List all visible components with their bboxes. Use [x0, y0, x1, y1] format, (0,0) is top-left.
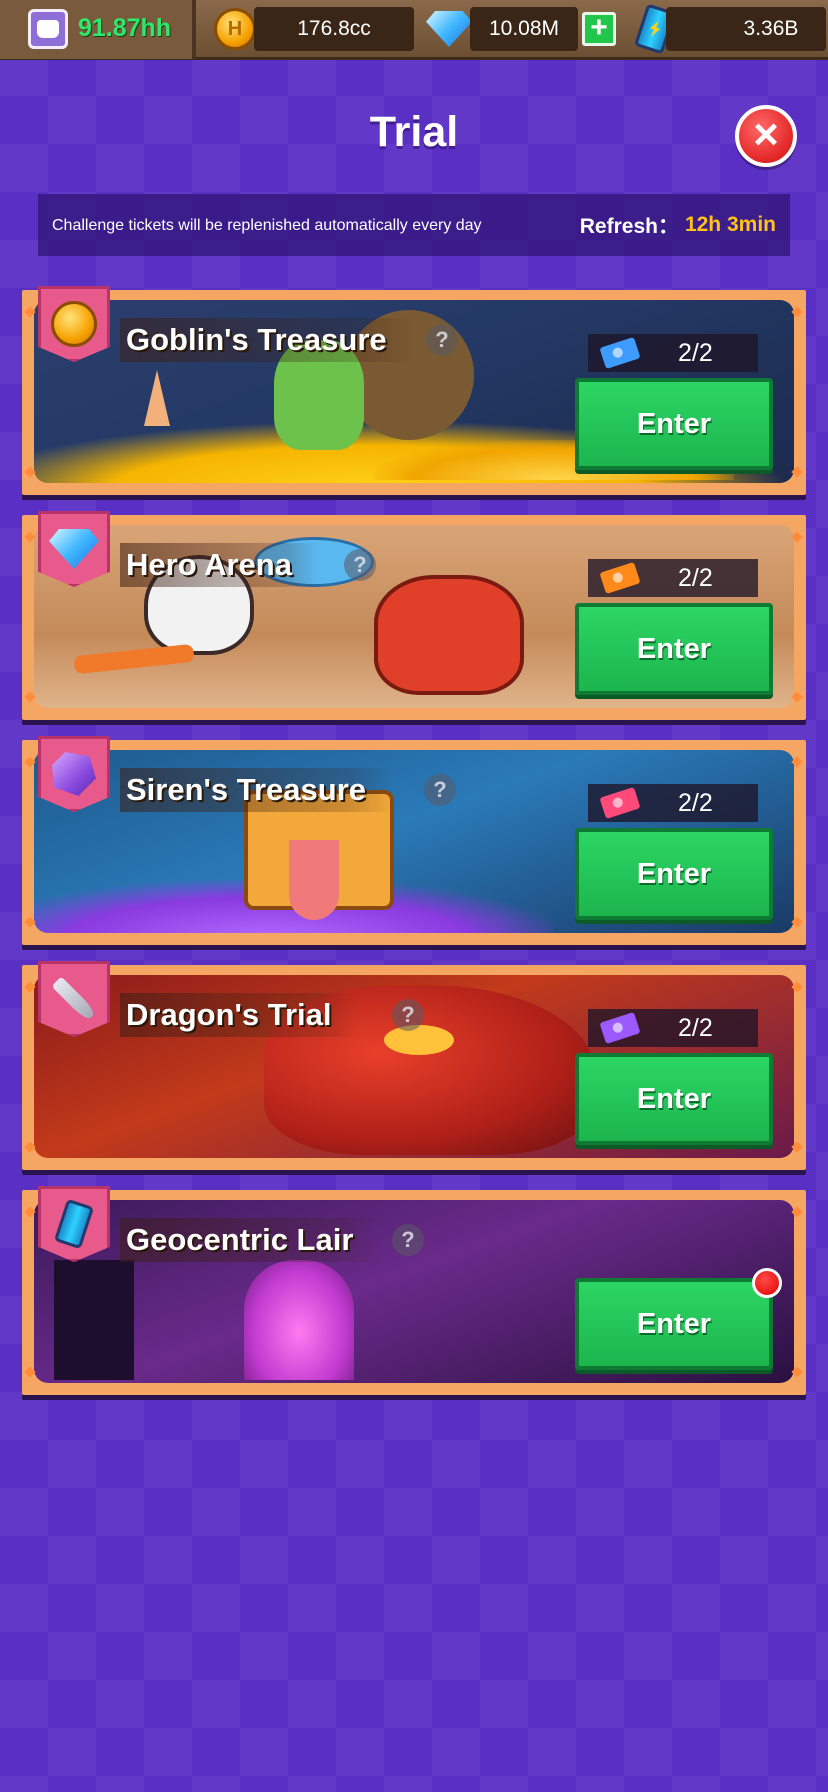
- ticket-icon: [599, 561, 641, 595]
- card-title: Siren's Treasure: [120, 768, 393, 812]
- enter-button[interactable]: Enter: [575, 1278, 773, 1370]
- ticket-counter: 2/2: [588, 784, 758, 822]
- ticket-icon: [599, 786, 641, 820]
- ticket-count: 2/2: [678, 1013, 713, 1042]
- red-beast-figure: [374, 575, 524, 695]
- resource-bar: 91.87hh 176.8cc 10.08M + 3.36B: [0, 0, 828, 60]
- enter-button[interactable]: Enter: [575, 828, 773, 920]
- help-icon[interactable]: ?: [344, 549, 376, 581]
- card-badge: [38, 286, 110, 362]
- page-title: Trial: [369, 108, 459, 156]
- coin-icon: [214, 8, 256, 50]
- help-icon[interactable]: ?: [392, 999, 424, 1031]
- card-badge: [38, 961, 110, 1037]
- sword-icon: [51, 976, 97, 1022]
- replenish-info-text: Challenge tickets will be replenished au…: [52, 216, 482, 234]
- ticket-count: 2/2: [678, 338, 713, 367]
- ticket-counter: 2/2: [588, 334, 758, 372]
- card-title: Goblin's Treasure: [120, 318, 413, 362]
- fist-icon: [28, 8, 68, 49]
- enter-button[interactable]: Enter: [575, 378, 773, 470]
- help-icon[interactable]: ?: [392, 1224, 424, 1256]
- card-title: Geocentric Lair: [120, 1218, 380, 1262]
- ticket-count: 2/2: [678, 563, 713, 592]
- portal-gate: [244, 1260, 354, 1380]
- coin-counter: 176.8cc: [254, 7, 414, 51]
- sword-shape: [73, 643, 195, 675]
- enter-button[interactable]: Enter: [575, 1053, 773, 1145]
- coin-value: 176.8cc: [297, 17, 371, 40]
- help-icon[interactable]: ?: [426, 324, 458, 356]
- ticket-count: 2/2: [678, 788, 713, 817]
- ticket-counter: 2/2: [588, 559, 758, 597]
- add-gems-button[interactable]: +: [582, 12, 616, 46]
- gem-icon: [49, 529, 99, 569]
- refresh-timer: 12h 3min: [684, 213, 776, 236]
- ticket-counter: 2/2: [588, 1009, 758, 1047]
- energy-value: 3.36B: [743, 17, 799, 40]
- gem-value: 10.08M: [488, 17, 560, 40]
- trial-card-goblins-treasure: Goblin's Treasure ? 2/2 Enter: [22, 286, 806, 495]
- notification-dot: [752, 1268, 782, 1298]
- crystal-icon: [52, 752, 96, 796]
- ticket-icon: [599, 336, 641, 370]
- card-badge: [38, 1186, 110, 1262]
- trial-card-hero-arena: Hero Arena ? 2/2 Enter: [22, 511, 806, 720]
- card-badge: [38, 511, 110, 587]
- gem-icon: [426, 11, 472, 47]
- tower-silhouette: [54, 1260, 134, 1380]
- trial-card-geocentric-lair: Geocentric Lair ? Enter: [22, 1186, 806, 1395]
- energy-counter: 3.36B: [666, 7, 826, 51]
- info-banner: Challenge tickets will be replenished au…: [38, 194, 790, 256]
- power-display: 91.87hh: [0, 0, 196, 59]
- refresh-label: Refresh：: [579, 215, 679, 238]
- coin-icon: [51, 301, 97, 347]
- trial-card-sirens-treasure: Siren's Treasure ? 2/2 Enter: [22, 736, 806, 945]
- enter-button[interactable]: Enter: [575, 603, 773, 695]
- trial-card-dragons-trial: Dragon's Trial ? 2/2 Enter: [22, 961, 806, 1170]
- dragon-fire: [384, 1025, 454, 1055]
- energy-can-icon: [53, 1198, 95, 1250]
- card-badge: [38, 736, 110, 812]
- close-button[interactable]: ×: [735, 105, 797, 167]
- card-title: Hero Arena: [120, 543, 318, 587]
- card-title: Dragon's Trial: [120, 993, 358, 1037]
- help-icon[interactable]: ?: [424, 774, 456, 806]
- power-value: 91.87hh: [78, 14, 172, 42]
- gem-counter: 10.08M: [470, 7, 578, 51]
- ticket-icon: [599, 1011, 641, 1045]
- chest-tongue: [289, 840, 339, 920]
